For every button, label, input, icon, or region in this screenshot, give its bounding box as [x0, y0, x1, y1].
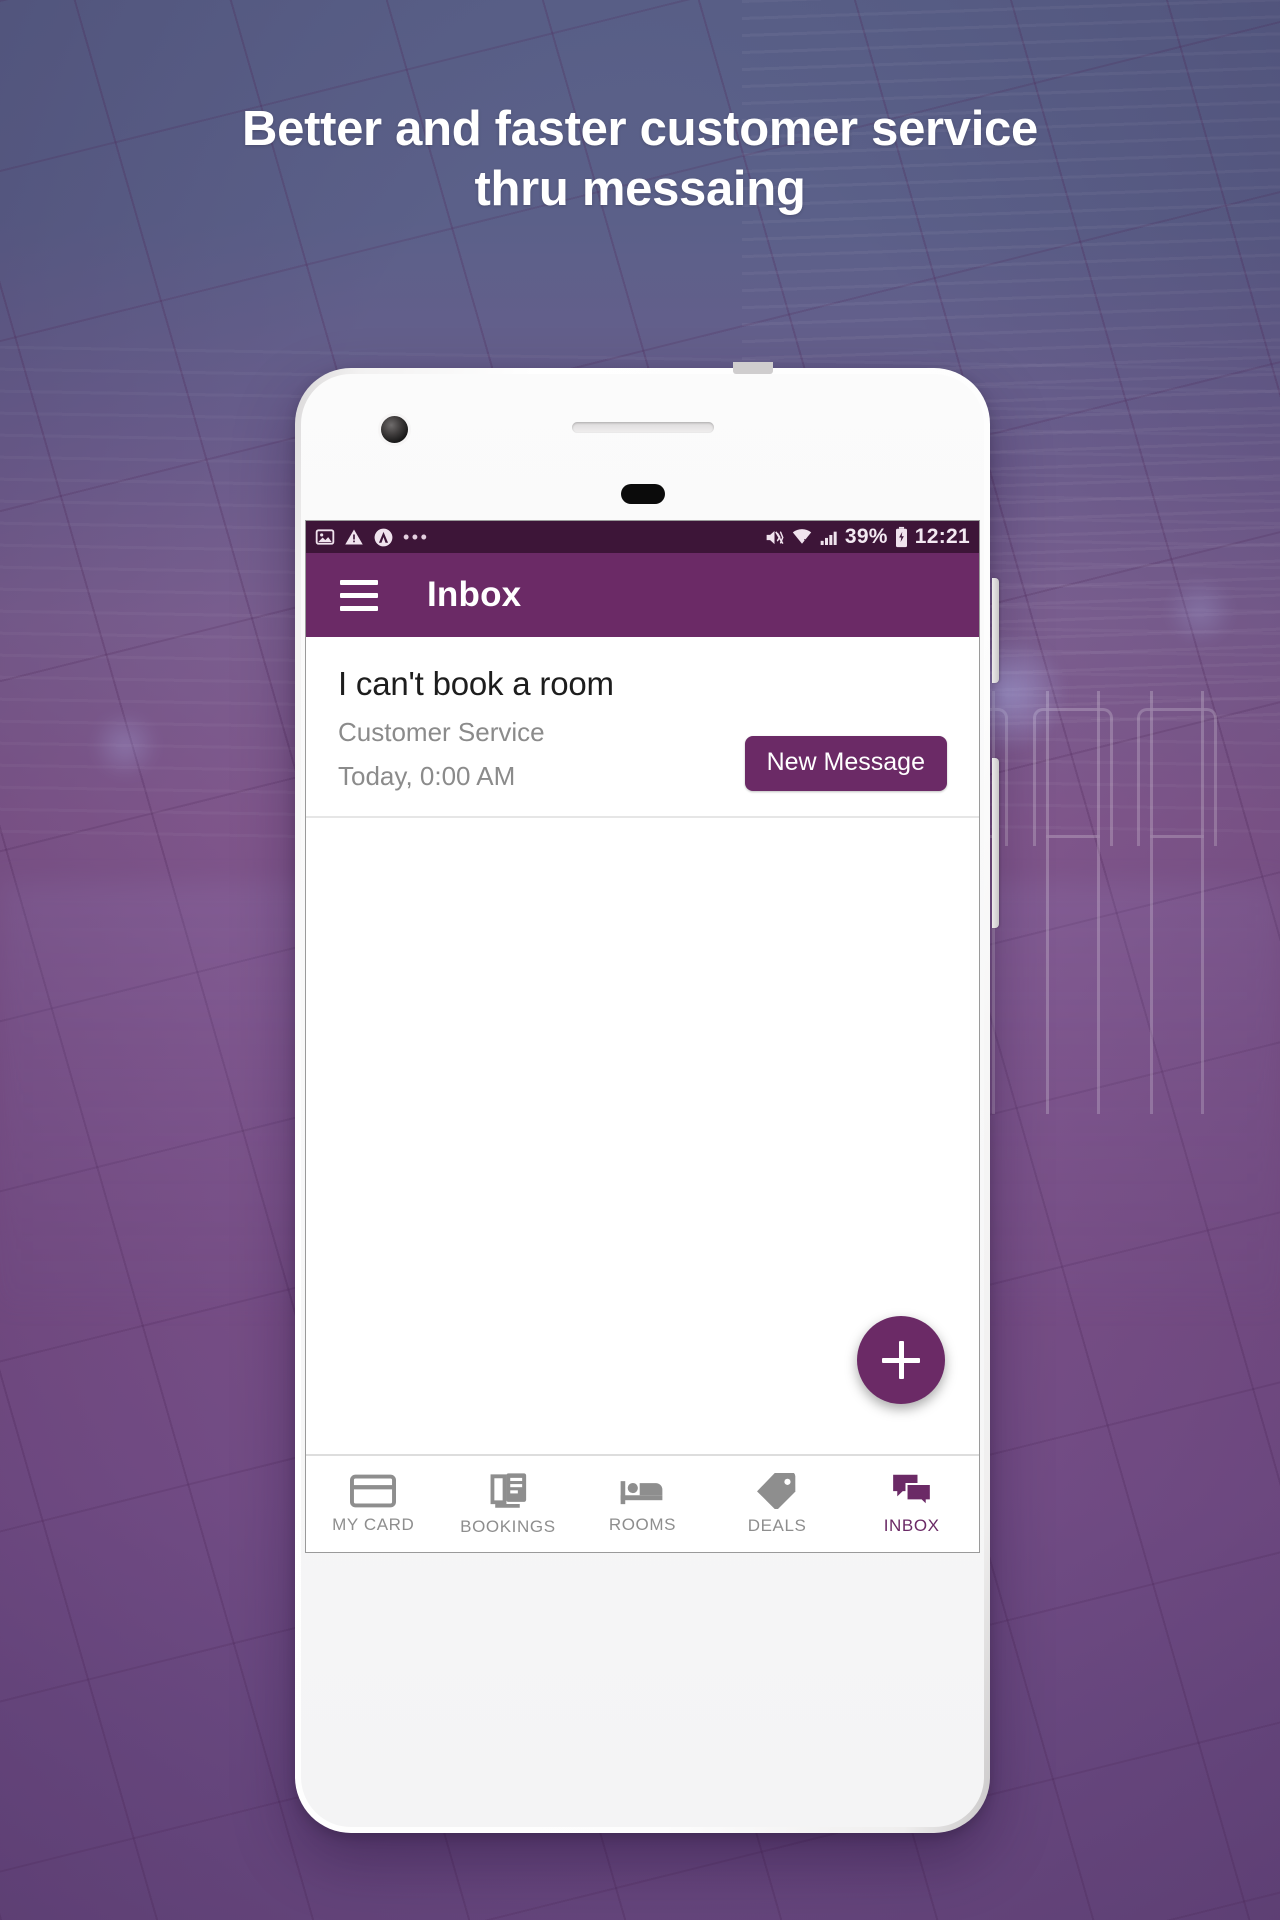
signal-bars-icon: [820, 531, 837, 545]
promo-screenshot: Better and faster customer service thru …: [0, 0, 1280, 1920]
message-subject: I can't book a room: [338, 665, 614, 702]
new-message-button[interactable]: New Message: [744, 736, 947, 791]
battery-percent-label: 39%: [844, 525, 888, 548]
phone-antenna-band: [732, 362, 773, 374]
bed-icon: [621, 1480, 663, 1504]
price-tag-icon: [757, 1472, 796, 1509]
nav-label-my-card: MY CARD: [332, 1514, 415, 1534]
nav-item-my-card[interactable]: MY CARD: [306, 1474, 441, 1535]
phone-device-mockup: ••• 39% 12:21 Inbox I can't book a room …: [295, 362, 999, 1833]
list-divider: [306, 816, 979, 818]
avast-shield-icon: [374, 528, 393, 546]
nav-item-deals[interactable]: DEALS: [710, 1472, 845, 1536]
phone-volume-rocker[interactable]: [992, 758, 999, 928]
documents-icon: [490, 1472, 527, 1508]
compose-fab-button[interactable]: [857, 1316, 945, 1404]
status-bar-system-icons: 39% 12:21: [764, 525, 970, 549]
phone-chin: [301, 1554, 984, 1827]
nav-item-rooms[interactable]: ROOMS: [575, 1474, 710, 1535]
phone-power-button[interactable]: [992, 578, 999, 683]
front-camera-icon: [381, 416, 408, 443]
promo-headline: Better and faster customer service thru …: [242, 102, 1038, 216]
list-item[interactable]: I can't book a room Customer Service Tod…: [306, 637, 979, 816]
mute-vibrate-icon: [766, 530, 784, 544]
nav-label-rooms: ROOMS: [608, 1514, 677, 1534]
battery-charging-icon: [895, 526, 907, 548]
hamburger-menu-icon[interactable]: [340, 579, 378, 611]
wifi-icon: [792, 528, 812, 544]
image-icon: [315, 529, 335, 545]
phone-screen: ••• 39% 12:21 Inbox I can't book a room …: [305, 520, 980, 1553]
nav-label-inbox: INBOX: [883, 1515, 940, 1535]
bottom-navigation-bar: MY CARD BOOKINGS ROOMS DEALS INBOX: [306, 1454, 979, 1552]
phone-body: ••• 39% 12:21 Inbox I can't book a room …: [301, 374, 984, 1827]
inbox-content: I can't book a room Customer Service Tod…: [306, 637, 979, 1552]
proximity-sensor: [620, 484, 665, 504]
nav-item-inbox[interactable]: INBOX: [844, 1473, 979, 1536]
nav-label-deals: DEALS: [747, 1515, 807, 1535]
nav-item-bookings[interactable]: BOOKINGS: [441, 1472, 576, 1537]
status-bar-clock: 12:21: [914, 525, 970, 548]
warning-triangle-icon: [345, 529, 363, 545]
credit-card-icon: [350, 1474, 397, 1507]
earpiece-speaker: [571, 422, 714, 433]
chat-bubbles-icon: [892, 1474, 932, 1508]
page-title: Inbox: [427, 575, 522, 614]
status-overflow-dots: •••: [403, 526, 430, 547]
nav-label-bookings: BOOKINGS: [460, 1516, 556, 1536]
android-status-bar: ••• 39% 12:21: [306, 521, 979, 553]
app-bar: Inbox: [306, 553, 979, 637]
plus-icon-vertical: [898, 1341, 904, 1379]
status-bar-notifications: •••: [315, 527, 429, 548]
